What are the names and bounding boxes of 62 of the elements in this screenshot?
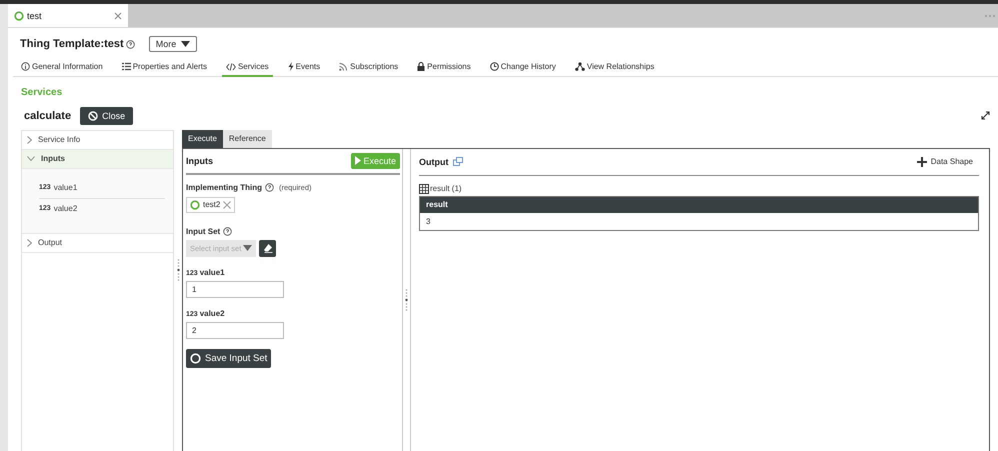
table-title: result (1) <box>430 184 462 193</box>
lock-icon <box>417 62 426 71</box>
table-cell: 3 <box>420 212 978 230</box>
chevron-right-icon <box>27 238 32 246</box>
tree-item[interactable]: Output <box>22 234 173 252</box>
input-field[interactable]: 1 <box>186 280 284 298</box>
expand-icon <box>981 111 990 120</box>
save-input-set-button[interactable]: Save Input Set <box>186 348 272 368</box>
play-icon <box>355 156 362 165</box>
ring-icon <box>190 352 201 364</box>
panel-tab[interactable]: Execute <box>182 130 223 148</box>
field-label: Input Set <box>186 226 220 236</box>
table-icon <box>419 184 429 194</box>
nav-tab[interactable]: View Relationships <box>570 59 658 77</box>
nav-tab[interactable]: Events <box>284 59 324 77</box>
thing-chip[interactable]: test2 <box>186 196 236 212</box>
chevron-down-icon <box>27 156 35 161</box>
help-icon <box>223 226 232 236</box>
caret-icon <box>181 41 190 47</box>
plus-icon <box>916 156 927 166</box>
help-icon <box>265 182 274 192</box>
caret-icon <box>243 245 252 251</box>
eraser-button[interactable] <box>259 240 276 256</box>
more-icon <box>984 14 996 18</box>
clock-icon <box>490 62 499 71</box>
close-button[interactable]: Close <box>80 106 134 124</box>
section-title: Services <box>21 86 64 98</box>
list-icon <box>122 62 131 71</box>
hierarchy-icon <box>574 62 585 71</box>
splitter-handle-icon <box>176 259 180 282</box>
help-icon <box>126 40 135 48</box>
service-name: calculate <box>24 110 72 122</box>
panel-title: Inputs <box>186 156 213 166</box>
field-label: Implementing Thing <box>186 182 262 192</box>
ban-icon <box>88 110 98 120</box>
nav-tab[interactable]: Properties and Alerts <box>118 59 211 77</box>
tree-item[interactable]: Inputs <box>22 150 173 168</box>
lightning-icon <box>288 62 294 71</box>
column-header: result <box>420 196 978 212</box>
info-icon <box>21 62 30 71</box>
nav-tab[interactable]: Subscriptions <box>335 59 402 77</box>
close-icon <box>114 12 122 20</box>
panel-tab[interactable]: Reference <box>222 130 272 148</box>
nav-tab[interactable]: Services <box>222 59 273 77</box>
popout-icon <box>452 157 462 166</box>
code-icon <box>226 62 236 70</box>
nav-tab[interactable]: Change History <box>486 59 560 77</box>
nav-tab[interactable]: Permissions <box>413 59 475 77</box>
nav-tab[interactable]: General Information <box>17 59 107 77</box>
feed-icon <box>339 62 348 71</box>
more-button[interactable]: More <box>148 36 198 52</box>
remove-icon <box>223 200 232 208</box>
panel-title: Output <box>419 156 448 166</box>
ring-icon <box>190 200 200 210</box>
document-tab[interactable]: test <box>8 4 128 27</box>
ring-icon <box>14 10 24 20</box>
splitter-handle-icon <box>405 288 408 311</box>
eraser-icon <box>262 243 273 253</box>
input-field[interactable]: 2 <box>186 322 284 338</box>
chevron-right-icon <box>27 136 32 144</box>
data-shape-button[interactable]: Data Shape <box>910 156 979 168</box>
page-title: Thing Template:test <box>20 38 124 50</box>
